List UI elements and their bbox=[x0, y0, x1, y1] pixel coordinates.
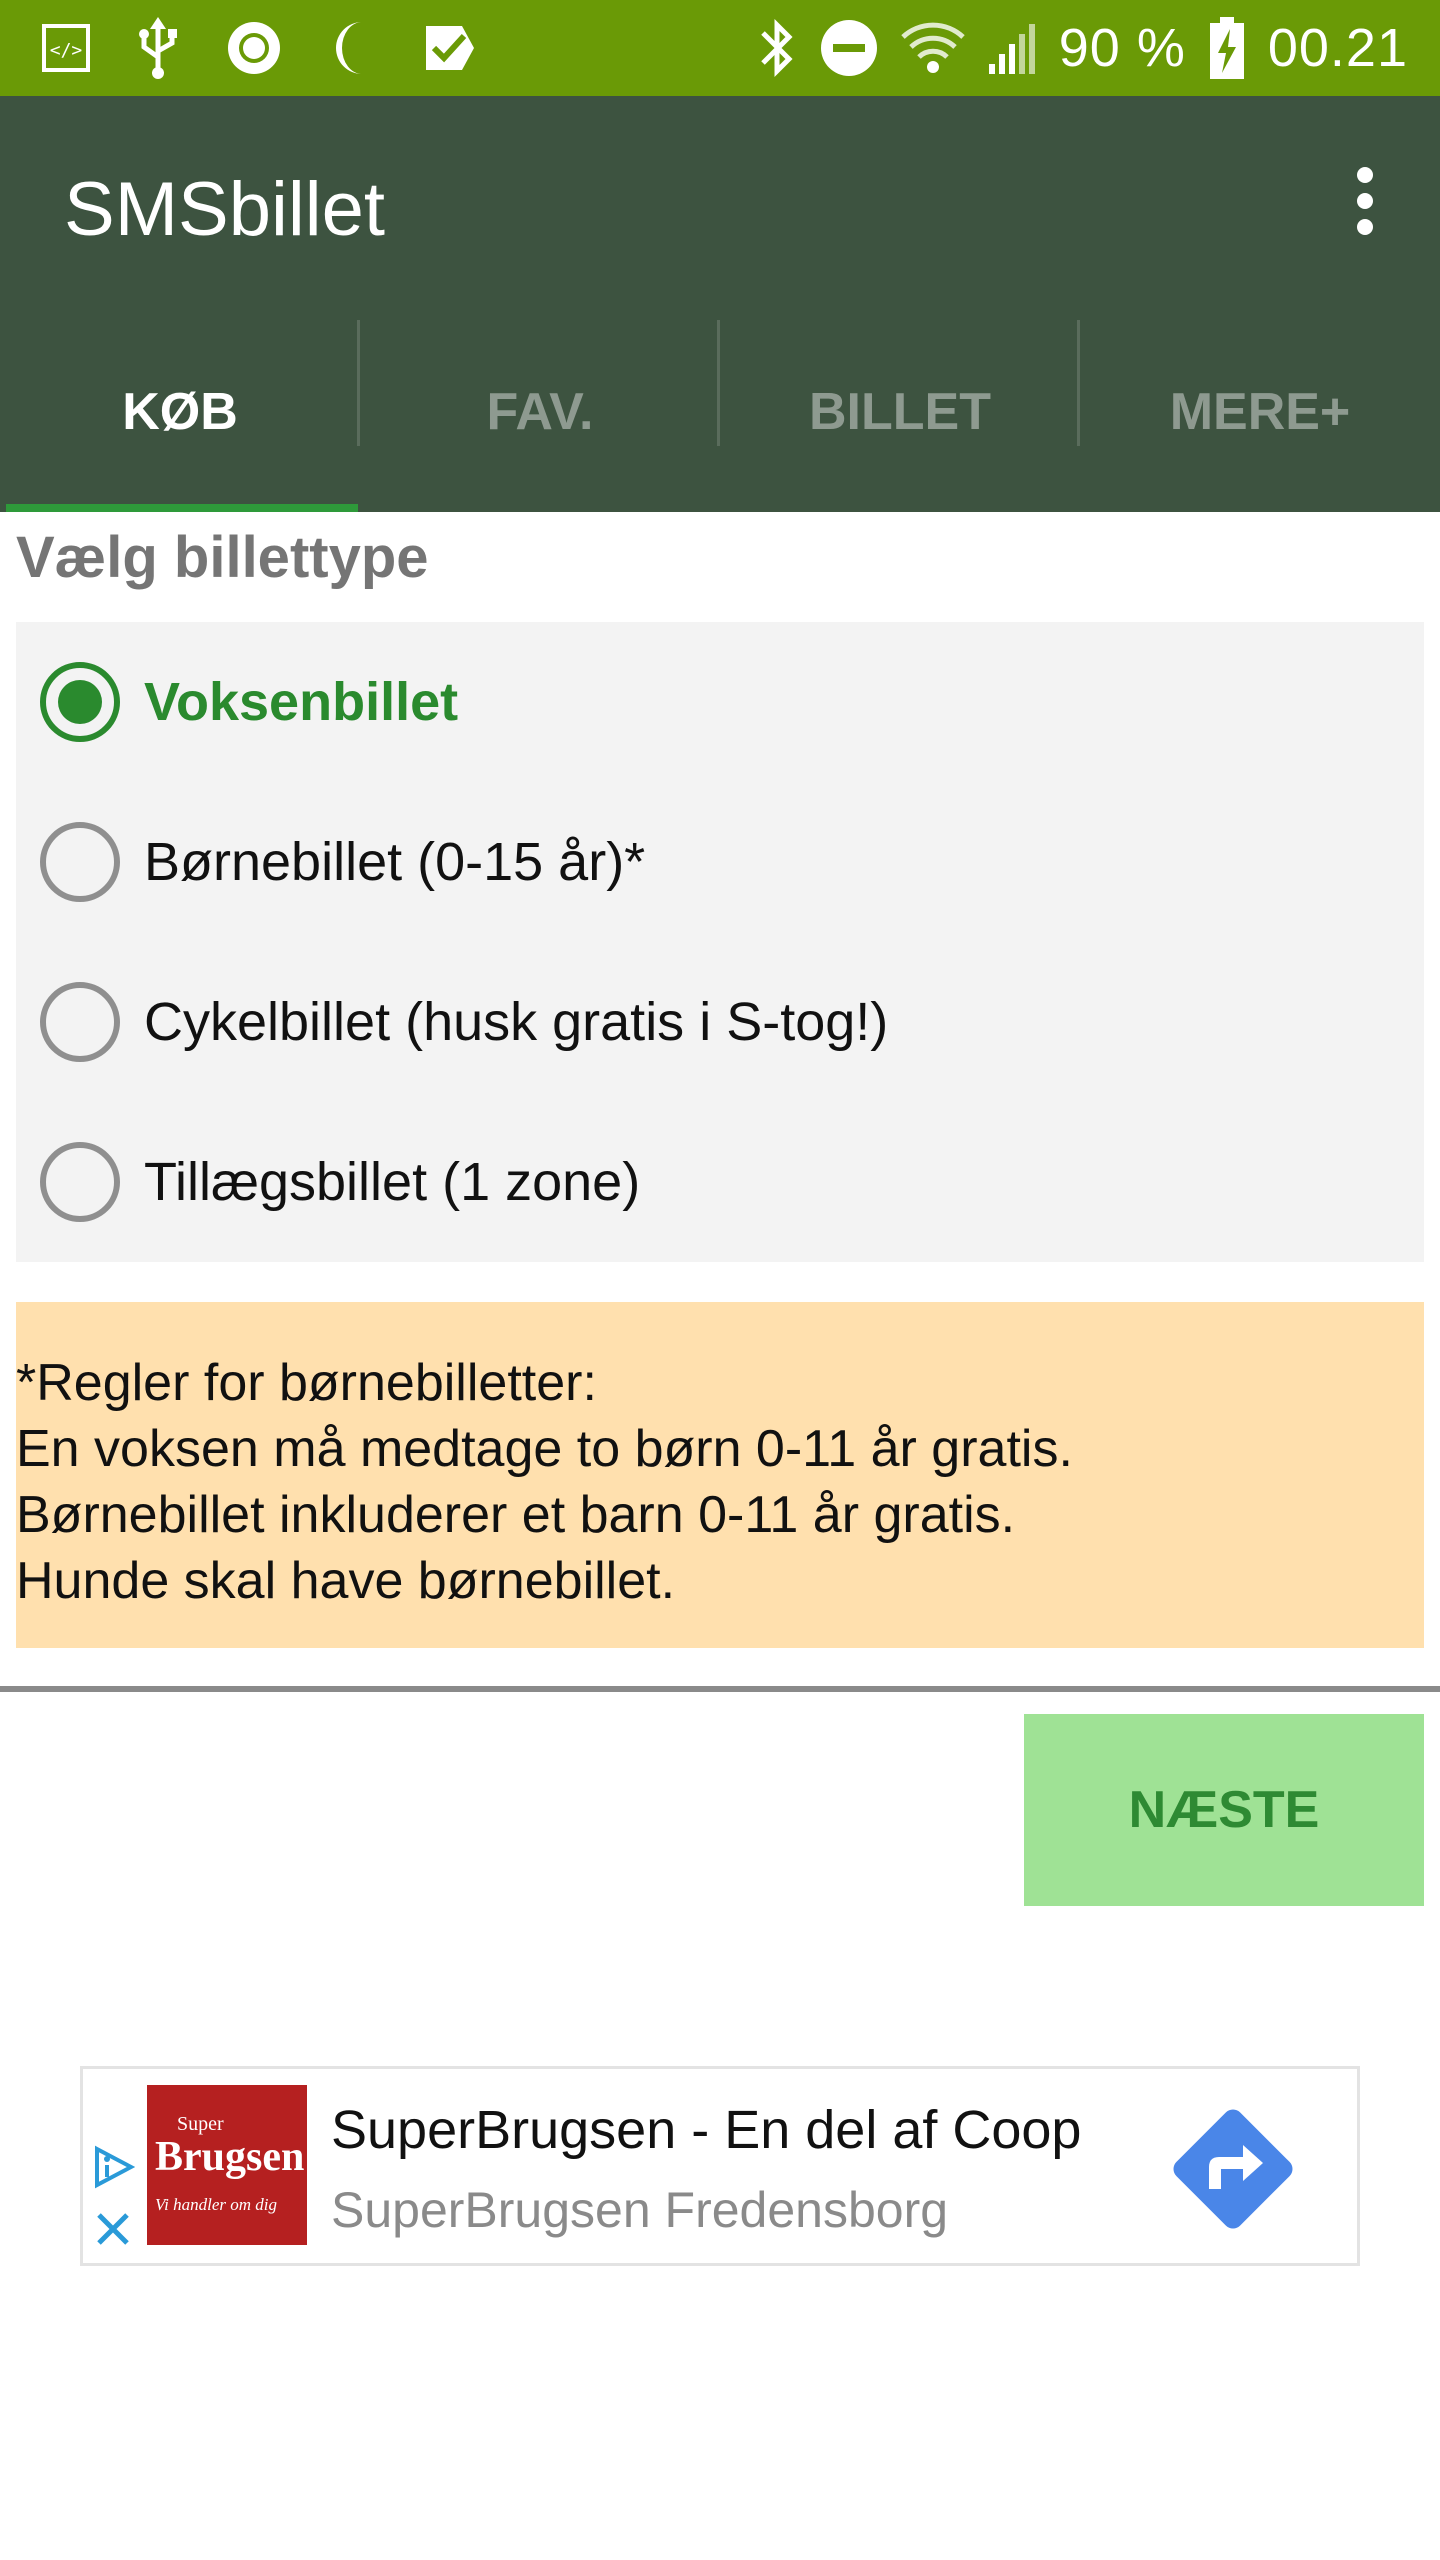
tab-label: FAV. bbox=[486, 383, 594, 441]
tab-bar: KØB FAV. BILLET MERE+ bbox=[0, 312, 1440, 512]
radio-button[interactable] bbox=[40, 1142, 120, 1222]
night-mode-icon bbox=[336, 22, 362, 74]
ticket-type-heading: Vælg billettype bbox=[16, 525, 429, 590]
option-label: Tillægsbillet (1 zone) bbox=[144, 1152, 641, 1212]
info-line: Hunde skal have børnebillet. bbox=[16, 1552, 676, 1610]
bluetooth-icon bbox=[760, 18, 793, 78]
tab-mere[interactable]: MERE+ bbox=[1080, 312, 1440, 512]
directions-icon[interactable] bbox=[1157, 2093, 1309, 2245]
status-bar-left-icons: </> bbox=[40, 0, 478, 96]
info-line: En voksen må medtage to børn 0-11 år gra… bbox=[16, 1420, 1073, 1478]
app-title: SMSbillet bbox=[64, 167, 385, 252]
ad-banner[interactable]: Super Brugsen Vi handler om dig SuperBru… bbox=[80, 2066, 1360, 2266]
tab-billet[interactable]: BILLET bbox=[720, 312, 1080, 512]
ad-subtitle: SuperBrugsen Fredensborg bbox=[331, 2182, 949, 2238]
radio-button[interactable] bbox=[40, 982, 120, 1062]
tab-kob[interactable]: KØB bbox=[0, 312, 360, 512]
close-icon[interactable] bbox=[93, 2209, 133, 2249]
check-inbox-icon bbox=[426, 26, 474, 70]
battery-percentage: 90 % bbox=[1058, 18, 1186, 78]
more-vertical-icon-dot bbox=[1357, 193, 1373, 209]
ad-choices-icon[interactable] bbox=[91, 2145, 135, 2189]
more-vertical-icon bbox=[1357, 167, 1373, 183]
info-line: *Regler for børnebilletter: bbox=[16, 1354, 597, 1412]
next-button[interactable]: NÆSTE bbox=[1024, 1714, 1424, 1906]
do-not-disturb-icon bbox=[820, 20, 877, 76]
option-label: Børnebillet (0-15 år)* bbox=[144, 832, 646, 892]
tab-label: BILLET bbox=[809, 383, 991, 441]
option-label: Voksenbillet bbox=[144, 672, 459, 732]
option-voksenbillet[interactable]: Voksenbillet bbox=[16, 622, 1424, 782]
wifi-icon bbox=[901, 22, 965, 73]
clock: 00.21 bbox=[1267, 18, 1408, 78]
more-vertical-icon-dot bbox=[1357, 219, 1373, 235]
logo-text-main: Brugsen bbox=[155, 2134, 305, 2180]
tab-label: MERE+ bbox=[1169, 383, 1351, 441]
logo-tagline: Vi handler om dig bbox=[155, 2195, 277, 2214]
ad-title: SuperBrugsen - En del af Coop bbox=[331, 2100, 1082, 2160]
option-cykelbillet[interactable]: Cykelbillet (husk gratis i S-tog!) bbox=[16, 942, 1424, 1102]
option-label: Cykelbillet (husk gratis i S-tog!) bbox=[144, 992, 889, 1052]
superbrugsen-logo: Super Brugsen Vi handler om dig bbox=[147, 2085, 307, 2245]
developer-mode-icon: </> bbox=[42, 24, 90, 72]
tab-label: KØB bbox=[122, 383, 238, 441]
option-bornebillet[interactable]: Børnebillet (0-15 år)* bbox=[16, 782, 1424, 942]
circle-icon bbox=[228, 22, 280, 74]
radio-button[interactable] bbox=[40, 822, 120, 902]
option-tillaegsbillet[interactable]: Tillægsbillet (1 zone) bbox=[16, 1102, 1424, 1262]
tab-fav[interactable]: FAV. bbox=[360, 312, 720, 512]
svg-text:</>: </> bbox=[50, 40, 83, 61]
status-bar: </> 90 % 00.21 bbox=[0, 0, 1440, 96]
app-bar: SMSbillet KØB FAV. BILLET MERE+ bbox=[0, 96, 1440, 512]
info-line: Børnebillet inkluderer et barn 0-11 år g… bbox=[16, 1486, 1016, 1544]
usb-icon bbox=[139, 17, 177, 79]
ticket-type-options: Voksenbillet Børnebillet (0-15 år)* Cyke… bbox=[16, 622, 1424, 1262]
battery-charging-icon bbox=[1209, 17, 1244, 79]
divider bbox=[0, 1686, 1440, 1692]
radio-button-checked[interactable] bbox=[40, 662, 120, 742]
more-options-button[interactable] bbox=[1330, 166, 1400, 236]
status-bar-right-icons: 90 % 00.21 bbox=[757, 0, 1408, 96]
signal-icon bbox=[988, 24, 1035, 74]
child-ticket-rules: *Regler for børnebilletter: En voksen må… bbox=[16, 1302, 1424, 1648]
